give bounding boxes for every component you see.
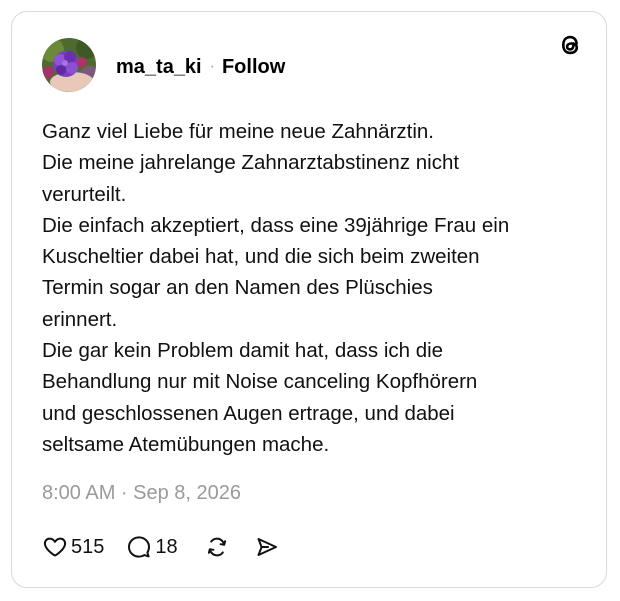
like-count: 515 [71, 535, 105, 558]
avatar[interactable] [42, 38, 96, 92]
post-text-line: Termin sogar an den Namen des Plüschies [42, 276, 433, 300]
heart-icon [43, 537, 67, 557]
share-button[interactable] [254, 534, 280, 560]
post-timestamp[interactable]: 8:00 AM · Sep 8, 2026 [42, 482, 241, 505]
post-text-line: erinnert. [42, 307, 118, 331]
post-text-line: Die gar kein Problem damit hat, dass ich… [42, 339, 444, 363]
post-text-line: Behandlung nur mit Noise canceling Kopfh… [42, 370, 478, 394]
threads-logo-icon[interactable] [556, 31, 584, 59]
post-text-line: seltsame Atemübungen mache. [42, 432, 330, 456]
post-text-line: Die meine jahrelange Zahnarztabstinenz n… [42, 151, 460, 175]
follow-button[interactable]: Follow [222, 56, 285, 79]
avatar-image [42, 38, 96, 92]
post-text-line: Kuscheltier dabei hat, und die sich beim… [42, 245, 480, 269]
separator-dot: · [209, 58, 215, 75]
repost-icon [207, 537, 226, 557]
post-text: Ganz viel Liebe für meine neue Zahnärzti… [42, 116, 582, 460]
reply-count: 18 [155, 535, 178, 558]
post-header: ma_ta_ki · Follow [116, 55, 285, 79]
username-link[interactable]: ma_ta_ki [116, 56, 202, 79]
reply-button[interactable]: 18 [126, 534, 178, 560]
like-button[interactable]: 515 [42, 534, 104, 560]
post-text-line: Ganz viel Liebe für meine neue Zahnärzti… [42, 120, 435, 143]
speech-bubble-icon [128, 536, 151, 558]
post-text-line: und geschlossenen Augen ertrage, und dab… [42, 401, 455, 425]
send-icon [257, 538, 277, 556]
post-text-line: Die einfach akzeptiert, dass eine 39jähr… [42, 213, 510, 237]
post-text-line: verurteilt. [42, 182, 127, 206]
post-card: ma_ta_ki · Follow Ganz viel Liebe für me… [11, 11, 607, 588]
action-bar: 515 18 [42, 533, 280, 561]
repost-button[interactable] [204, 534, 230, 560]
